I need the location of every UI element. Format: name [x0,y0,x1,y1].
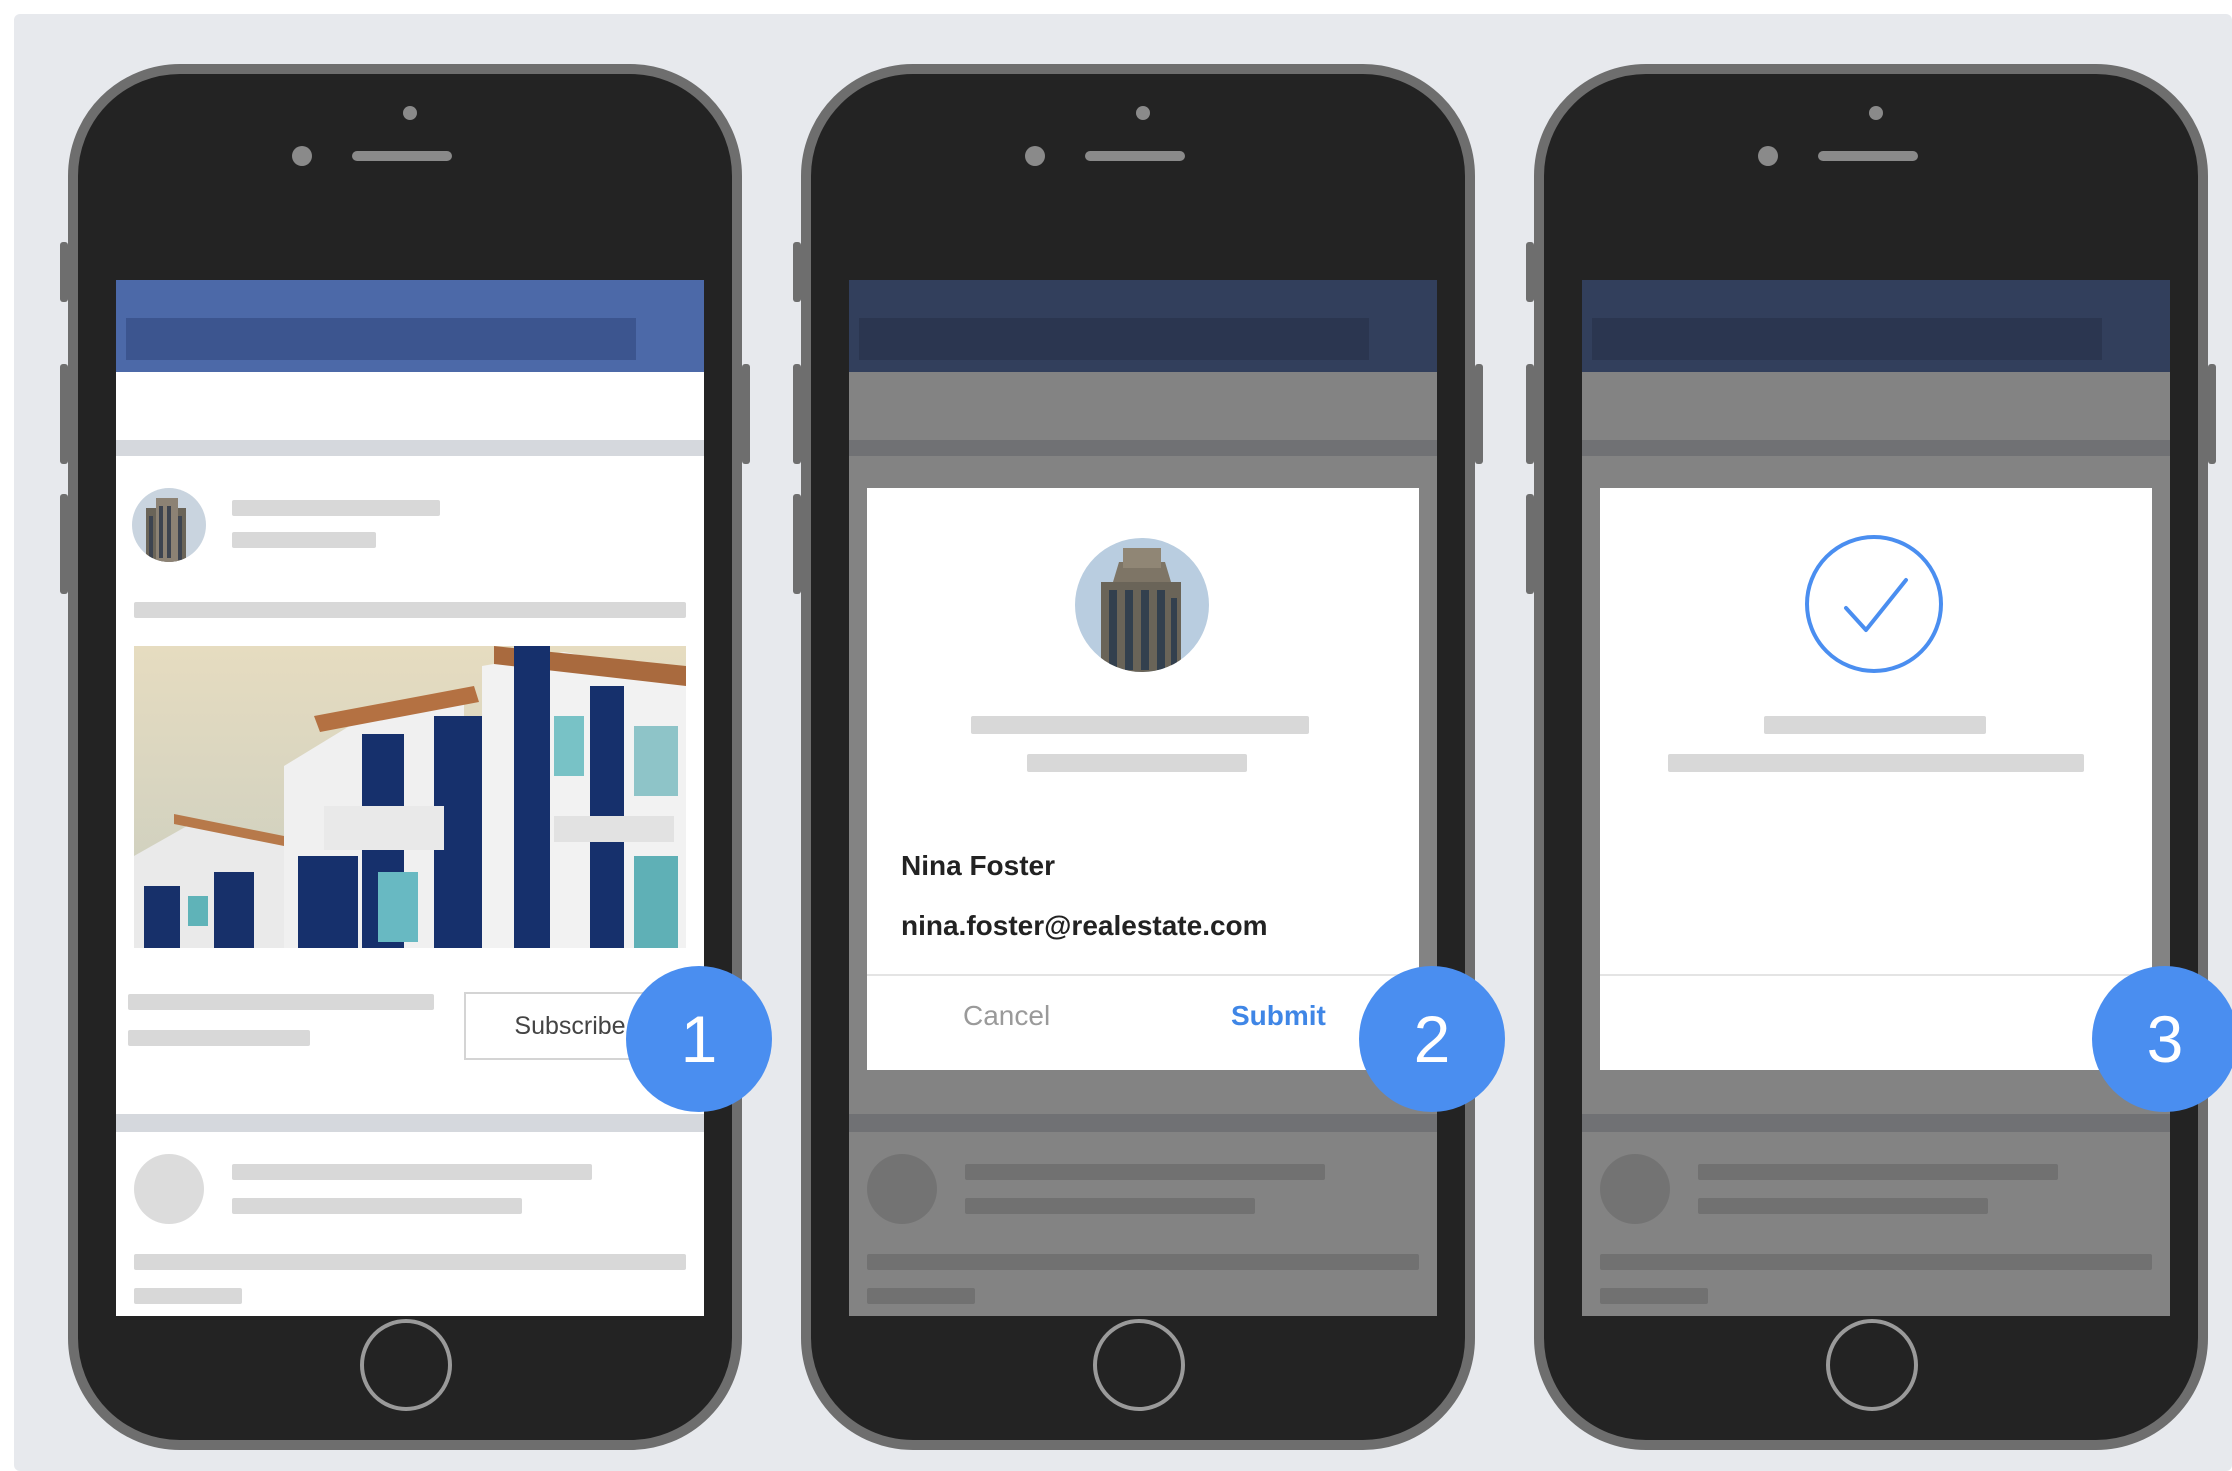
home-button[interactable] [1093,1319,1185,1411]
dialog-divider [867,974,1419,976]
front-camera [1025,146,1045,166]
front-sensor [1136,106,1150,120]
front-camera [292,146,312,166]
step-badge-2: 2 [1359,966,1505,1112]
dialog-divider [1600,974,2152,976]
lead-form-dialog: Nina Foster nina.foster@realestate.com C… [867,488,1419,1070]
home-button[interactable] [1826,1319,1918,1411]
screen-form: Nina Foster nina.foster@realestate.com C… [849,280,1437,1316]
home-button[interactable] [360,1319,452,1411]
background-panel: Subscribe Nina Foster nina.foster@reales… [14,14,2232,1471]
phone-step-3 [1526,64,2216,1450]
front-camera [1758,146,1778,166]
business-avatar [1075,538,1209,672]
phone-step-1: Subscribe [60,64,750,1450]
phone-step-2: Nina Foster nina.foster@realestate.com C… [793,64,1483,1450]
earpiece-speaker [1085,151,1185,161]
checkmark-circle-icon [1802,532,1946,676]
step-badge-1: 1 [626,966,772,1112]
cancel-button[interactable]: Cancel [963,1000,1050,1032]
step-badge-3: 3 [2092,966,2232,1112]
header-search-bar[interactable] [126,318,636,360]
screen-feed: Subscribe [116,280,704,1316]
placeholder-avatar [134,1154,204,1224]
front-sensor [403,106,417,120]
screen-confirmation [1582,280,2170,1316]
post-image[interactable] [134,646,686,948]
lead-email-field[interactable]: nina.foster@realestate.com [901,910,1268,942]
front-sensor [1869,106,1883,120]
earpiece-speaker [352,151,452,161]
earpiece-speaker [1818,151,1918,161]
submit-button[interactable]: Submit [1231,1000,1326,1032]
post-author-avatar[interactable] [132,488,206,562]
app-header [116,280,704,372]
confirmation-dialog [1600,488,2152,1070]
lead-name-field[interactable]: Nina Foster [901,850,1055,882]
